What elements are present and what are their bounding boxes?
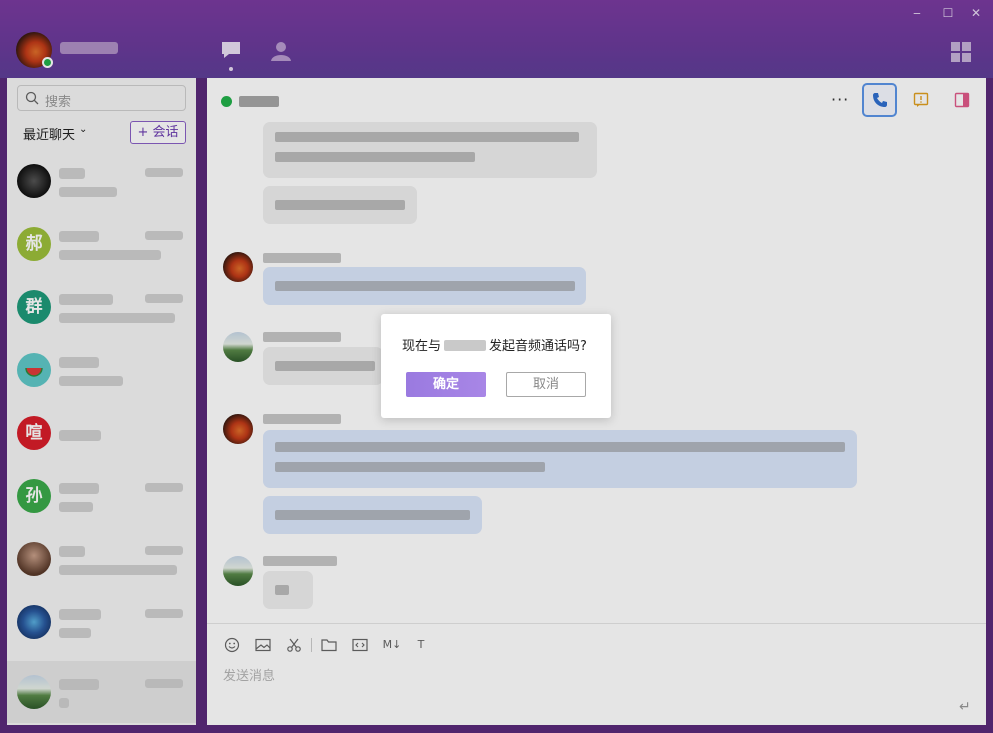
dialog-message: 现在与 发起音频通话吗?	[402, 335, 587, 354]
dialog-text-before: 现在与	[402, 339, 442, 354]
contact-name	[444, 340, 487, 351]
audio-call-confirm-dialog: 现在与 发起音频通话吗? 确定 取消	[381, 314, 611, 418]
dialog-text-after: 发起音频通话吗?	[489, 339, 587, 354]
cancel-button[interactable]: 取消	[506, 372, 586, 397]
confirm-button[interactable]: 确定	[406, 372, 486, 397]
